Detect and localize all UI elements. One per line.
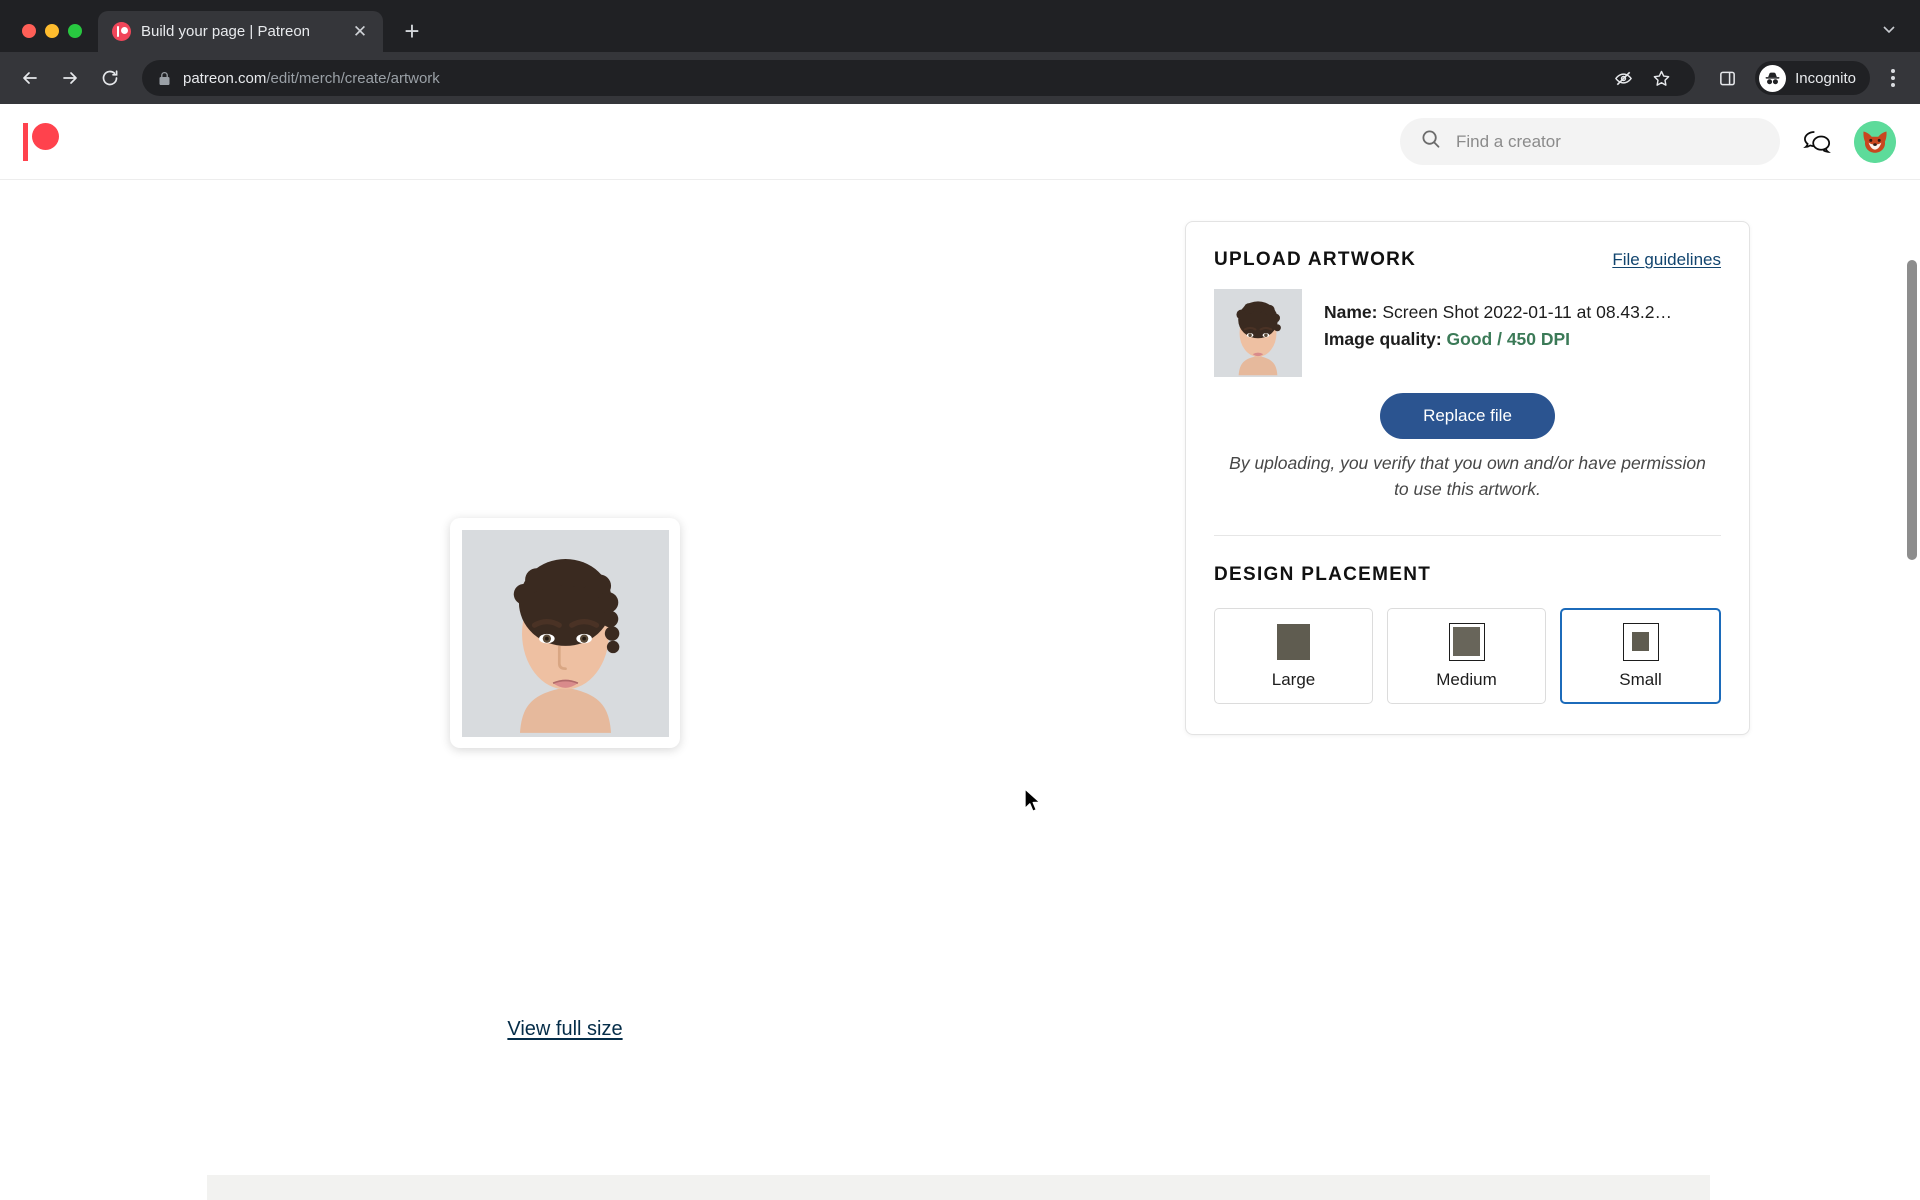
back-arrow-icon[interactable]: [12, 60, 48, 96]
star-icon[interactable]: [1643, 60, 1679, 96]
file-quality-row: Image quality: Good / 450 DPI: [1324, 329, 1570, 349]
url-text: patreon.com/edit/merch/create/artwork: [183, 70, 440, 87]
kebab-menu-icon[interactable]: [1878, 60, 1908, 96]
tab-strip: Build your page | Patreon ✕ +: [0, 0, 1920, 52]
reload-icon[interactable]: [92, 60, 128, 96]
page-scrollbar[interactable]: [1907, 260, 1917, 560]
placement-option-medium[interactable]: Medium: [1387, 607, 1546, 704]
small-swatch: [1621, 622, 1661, 662]
placement-option-large[interactable]: Large: [1214, 607, 1373, 704]
card-divider: [1214, 534, 1721, 536]
design-placement-options: Large Medium Small: [1214, 607, 1721, 704]
view-full-size-link[interactable]: View full size: [507, 1018, 622, 1040]
file-guidelines-link[interactable]: File guidelines: [1612, 250, 1721, 270]
header-actions: Find a creator: [1400, 118, 1896, 165]
file-name-value: Screen Shot 2022-01-11 at 08.43.2…: [1382, 302, 1672, 322]
image-quality-value: Good / 450 DPI: [1446, 329, 1571, 350]
close-icon[interactable]: ✕: [349, 21, 371, 43]
side-panel-icon[interactable]: [1709, 60, 1745, 96]
minimize-window-button[interactable]: [45, 24, 59, 38]
omnibox-actions: [1605, 60, 1679, 96]
browser-window: Build your page | Patreon ✕ + patreon.co…: [0, 0, 1920, 1200]
artwork-preview-area: View full size: [0, 180, 1130, 1080]
fox-avatar[interactable]: [1854, 120, 1896, 163]
patreon-logo[interactable]: [23, 120, 65, 164]
address-bar[interactable]: patreon.com/edit/merch/create/artwork: [142, 60, 1696, 96]
forward-arrow-icon[interactable]: [52, 60, 88, 96]
maximize-window-button[interactable]: [68, 24, 82, 38]
patreon-favicon: [112, 22, 131, 41]
page-content: View full size UPLOAD ARTWORK File guide…: [0, 180, 1920, 1200]
browser-tab[interactable]: Build your page | Patreon ✕: [98, 11, 383, 52]
upload-card-header: UPLOAD ARTWORK File guidelines: [1214, 249, 1721, 271]
placement-label-large: Large: [1271, 669, 1316, 689]
search-icon: [1420, 128, 1442, 155]
url-domain: patreon.com: [183, 69, 267, 87]
replace-file-container: Replace file: [1214, 393, 1721, 439]
chat-bubbles-icon[interactable]: [1800, 125, 1834, 159]
url-path: /edit/merch/create/artwork: [266, 69, 440, 87]
browser-toolbar: patreon.com/edit/merch/create/artwork In…: [0, 52, 1920, 104]
incognito-icon: [1759, 64, 1787, 92]
file-metadata: Name: Screen Shot 2022-01-11 at 08.43.2……: [1324, 289, 1672, 377]
uploaded-file-row: Name: Screen Shot 2022-01-11 at 08.43.2……: [1214, 289, 1721, 377]
site-header: Find a creator: [0, 104, 1920, 180]
close-window-button[interactable]: [22, 24, 36, 38]
incognito-profile-button[interactable]: Incognito: [1755, 61, 1870, 95]
medium-swatch: [1447, 622, 1487, 662]
view-full-size-container: View full size: [0, 1018, 1130, 1041]
replace-file-button[interactable]: Replace file: [1380, 393, 1555, 439]
page-viewport: Find a creator View full size UPLOAD ART…: [0, 104, 1920, 1200]
image-quality-label: Image quality:: [1324, 329, 1442, 350]
upload-artwork-card: UPLOAD ARTWORK File guidelines Name: Scr…: [1185, 221, 1750, 735]
eye-slash-icon[interactable]: [1605, 60, 1641, 96]
incognito-label: Incognito: [1795, 69, 1856, 87]
chevron-down-icon[interactable]: [1874, 14, 1904, 44]
file-name-row: Name: Screen Shot 2022-01-11 at 08.43.2…: [1324, 299, 1672, 326]
file-thumbnail: [1214, 289, 1302, 377]
search-input[interactable]: Find a creator: [1400, 118, 1780, 165]
design-placement-title: DESIGN PLACEMENT: [1214, 563, 1432, 585]
window-controls: [16, 24, 98, 52]
artwork-preview-card: [450, 518, 680, 748]
tab-title: Build your page | Patreon: [141, 23, 311, 40]
new-tab-button[interactable]: +: [395, 14, 429, 48]
lock-icon: [158, 71, 171, 86]
large-swatch: [1274, 622, 1314, 662]
placement-label-medium: Medium: [1436, 669, 1497, 689]
artwork-preview-image: [461, 529, 669, 737]
placement-label-small: Small: [1619, 669, 1662, 689]
file-requirements-bar: Image quality Artwork should be at least…: [207, 1175, 1710, 1200]
search-placeholder: Find a creator: [1456, 131, 1561, 151]
placement-option-small[interactable]: Small: [1560, 607, 1721, 704]
file-name-label: Name:: [1324, 302, 1378, 322]
page-title: UPLOAD ARTWORK: [1214, 249, 1417, 270]
upload-disclaimer: By uploading, you verify that you own an…: [1229, 453, 1706, 499]
